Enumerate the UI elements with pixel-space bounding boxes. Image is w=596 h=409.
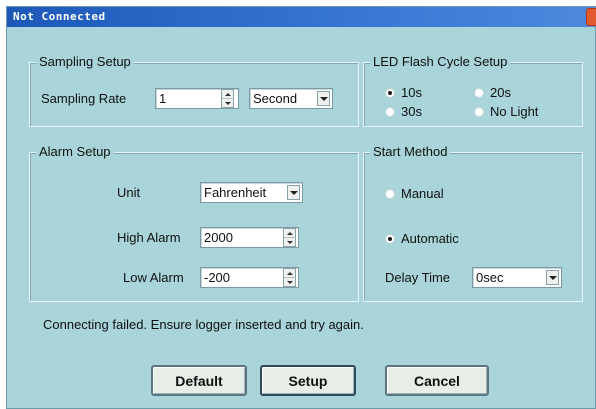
dialog-window: Not Connected Sampling Setup Sampling Ra… [6,6,596,409]
sampling-unit-select[interactable]: Second [249,88,333,109]
radio-unchecked-icon [474,87,484,98]
alarm-setup-legend: Alarm Setup [36,144,114,160]
setup-button[interactable]: Setup [260,365,356,396]
cancel-button[interactable]: Cancel [385,365,489,396]
radio-no-light-label: No Light [490,104,539,119]
spin-up-icon[interactable] [284,269,295,278]
radio-manual[interactable]: Manual [385,186,444,201]
radio-10s[interactable]: 10s [385,85,422,100]
low-alarm-value: -200 [204,270,231,285]
spin-up-icon[interactable] [222,90,233,99]
spin-down-icon[interactable] [284,238,295,247]
spin-down-icon[interactable] [284,278,295,287]
radio-checked-icon [385,87,395,98]
led-flash-legend: LED Flash Cycle Setup [370,54,511,70]
radio-unchecked-icon [474,106,484,117]
status-message: Connecting failed. Ensure logger inserte… [43,317,364,332]
title-bar[interactable]: Not Connected [7,7,596,27]
radio-30s[interactable]: 30s [385,104,422,119]
low-alarm-stepper[interactable] [283,268,296,287]
chevron-down-icon[interactable] [317,91,330,106]
window-title: Not Connected [13,10,106,23]
radio-automatic-label: Automatic [401,231,459,246]
alarm-setup-group: Alarm Setup Unit Fahrenheit High Alarm 2… [29,144,359,302]
low-alarm-label: Low Alarm [123,270,184,285]
radio-no-light[interactable]: No Light [474,104,538,119]
sampling-rate-value: 1 [159,91,167,106]
spin-down-icon[interactable] [222,99,233,108]
default-button[interactable]: Default [151,365,247,396]
start-method-legend: Start Method [370,144,451,160]
temperature-unit-value: Fahrenheit [204,185,267,200]
sampling-rate-stepper[interactable] [221,89,234,108]
radio-automatic[interactable]: Automatic [385,231,459,246]
high-alarm-value: 2000 [204,230,233,245]
delay-time-select[interactable]: 0sec [472,267,562,288]
radio-10s-label: 10s [401,85,422,100]
chevron-down-icon[interactable] [546,270,559,285]
sampling-unit-value: Second [253,91,298,106]
close-icon[interactable] [586,8,596,26]
start-method-group: Start Method Manual Automatic Delay Time… [363,144,583,302]
radio-unchecked-icon [385,106,395,117]
radio-20s-label: 20s [490,85,511,100]
high-alarm-label: High Alarm [117,230,181,245]
unit-label: Unit [117,185,141,200]
radio-checked-icon [385,233,395,244]
radio-manual-label: Manual [401,186,444,201]
spin-up-icon[interactable] [284,229,295,238]
chevron-down-icon[interactable] [287,185,300,200]
radio-unchecked-icon [385,188,395,199]
delay-time-value: 0sec [476,270,504,285]
sampling-setup-legend: Sampling Setup [36,54,134,70]
high-alarm-stepper[interactable] [283,228,296,247]
radio-20s[interactable]: 20s [474,85,511,100]
radio-30s-label: 30s [401,104,422,119]
led-flash-group: LED Flash Cycle Setup 10s 20s 30s No Lig… [363,54,583,127]
temperature-unit-select[interactable]: Fahrenheit [200,182,303,203]
sampling-setup-group: Sampling Setup Sampling Rate 1 Second [29,54,359,127]
delay-time-label: Delay Time [385,270,451,285]
sampling-rate-label: Sampling Rate [41,91,127,106]
